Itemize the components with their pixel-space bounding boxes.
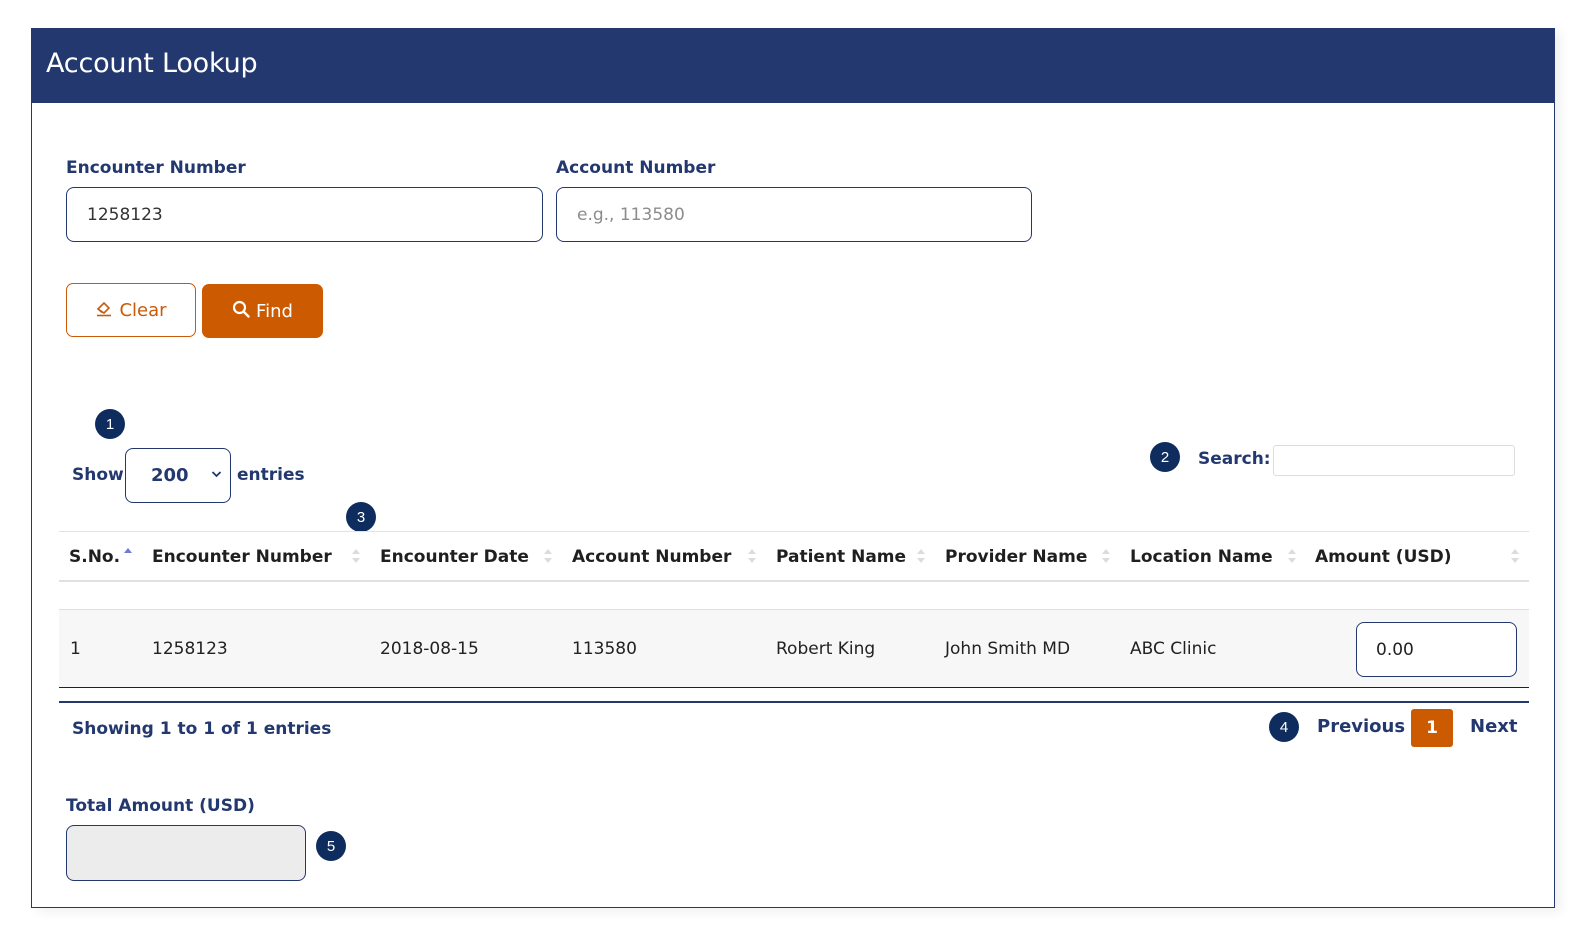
column-header-sno[interactable]: S.No.: [69, 532, 120, 581]
total-amount-label: Total Amount (USD): [66, 796, 255, 816]
sort-icon: [544, 549, 552, 563]
table-header-row: S.No. Encounter Number Encounter Date Ac…: [59, 531, 1529, 582]
previous-page-button[interactable]: Previous: [1317, 716, 1405, 737]
clear-label: Clear: [119, 299, 167, 321]
clear-button[interactable]: Clear: [66, 283, 196, 337]
entries-per-page-value: 200: [151, 465, 189, 486]
column-header-patient-name[interactable]: Patient Name: [776, 532, 906, 581]
encounter-number-label: Encounter Number: [66, 158, 246, 178]
table-search-input[interactable]: [1273, 445, 1515, 476]
cell-encounter-date: 2018-08-15: [380, 638, 479, 659]
encounter-number-input[interactable]: [66, 187, 543, 242]
entries-per-page-select[interactable]: 200: [125, 448, 231, 503]
column-label: Encounter Date: [380, 546, 529, 567]
cell-sno: 1: [70, 638, 81, 659]
account-number-input[interactable]: [556, 187, 1032, 242]
cell-patient-name: Robert King: [776, 638, 876, 659]
find-label: Find: [256, 300, 293, 322]
column-label: Encounter Number: [152, 546, 332, 567]
sort-icon: [1511, 549, 1519, 563]
panel-header: Account Lookup: [32, 29, 1554, 103]
chevron-down-icon: [211, 467, 222, 481]
cell-encounter-number: 1258123: [152, 638, 228, 659]
account-number-label: Account Number: [556, 158, 716, 178]
step-badge-4: 4: [1269, 712, 1299, 742]
step-badge-3: 3: [346, 502, 376, 532]
step-badge-5: 5: [316, 831, 346, 861]
column-label: Account Number: [572, 546, 732, 567]
sort-icon: [352, 549, 360, 563]
search-label: Search:: [1198, 449, 1271, 469]
entries-label: entries: [237, 465, 305, 485]
column-label: Amount (USD): [1315, 546, 1452, 567]
column-header-account-number[interactable]: Account Number: [572, 532, 731, 581]
sort-icon: [1102, 549, 1110, 563]
search-icon: [232, 300, 250, 323]
find-button[interactable]: Find: [202, 284, 323, 338]
column-header-encounter-date[interactable]: Encounter Date: [380, 532, 529, 581]
table-row: 1 1258123 2018-08-15 113580 Robert King …: [59, 609, 1529, 688]
step-badge-1: 1: [95, 409, 125, 439]
total-amount-input[interactable]: [66, 825, 306, 881]
sort-icon: [917, 549, 925, 563]
step-badge-2: 2: [1150, 442, 1180, 472]
column-label: Location Name: [1130, 546, 1273, 567]
column-label: Provider Name: [945, 546, 1088, 567]
sort-ascending-icon: [124, 548, 132, 553]
show-label: Show: [72, 465, 124, 485]
sort-icon: [748, 549, 756, 563]
table-info: Showing 1 to 1 of 1 entries: [72, 719, 332, 739]
column-header-amount[interactable]: Amount (USD): [1315, 532, 1452, 581]
column-label: Patient Name: [776, 546, 907, 567]
column-header-encounter-number[interactable]: Encounter Number: [152, 532, 332, 581]
column-header-location-name[interactable]: Location Name: [1130, 532, 1273, 581]
page-1-button[interactable]: 1: [1411, 709, 1453, 747]
table-footer-divider: [59, 701, 1529, 703]
table-spacer: [59, 582, 1529, 609]
eraser-icon: [95, 299, 113, 322]
cell-account-number: 113580: [572, 638, 637, 659]
amount-input[interactable]: [1356, 622, 1517, 677]
cell-location-name: ABC Clinic: [1130, 638, 1217, 659]
column-label: S.No.: [69, 546, 121, 567]
next-page-button[interactable]: Next: [1470, 716, 1518, 737]
sort-icon: [1288, 549, 1296, 563]
page-title: Account Lookup: [46, 48, 258, 79]
account-lookup-panel: Account Lookup Encounter Number Account …: [31, 28, 1555, 908]
results-table: S.No. Encounter Number Encounter Date Ac…: [59, 531, 1529, 688]
column-header-provider-name[interactable]: Provider Name: [945, 532, 1087, 581]
cell-provider-name: John Smith MD: [945, 638, 1071, 659]
